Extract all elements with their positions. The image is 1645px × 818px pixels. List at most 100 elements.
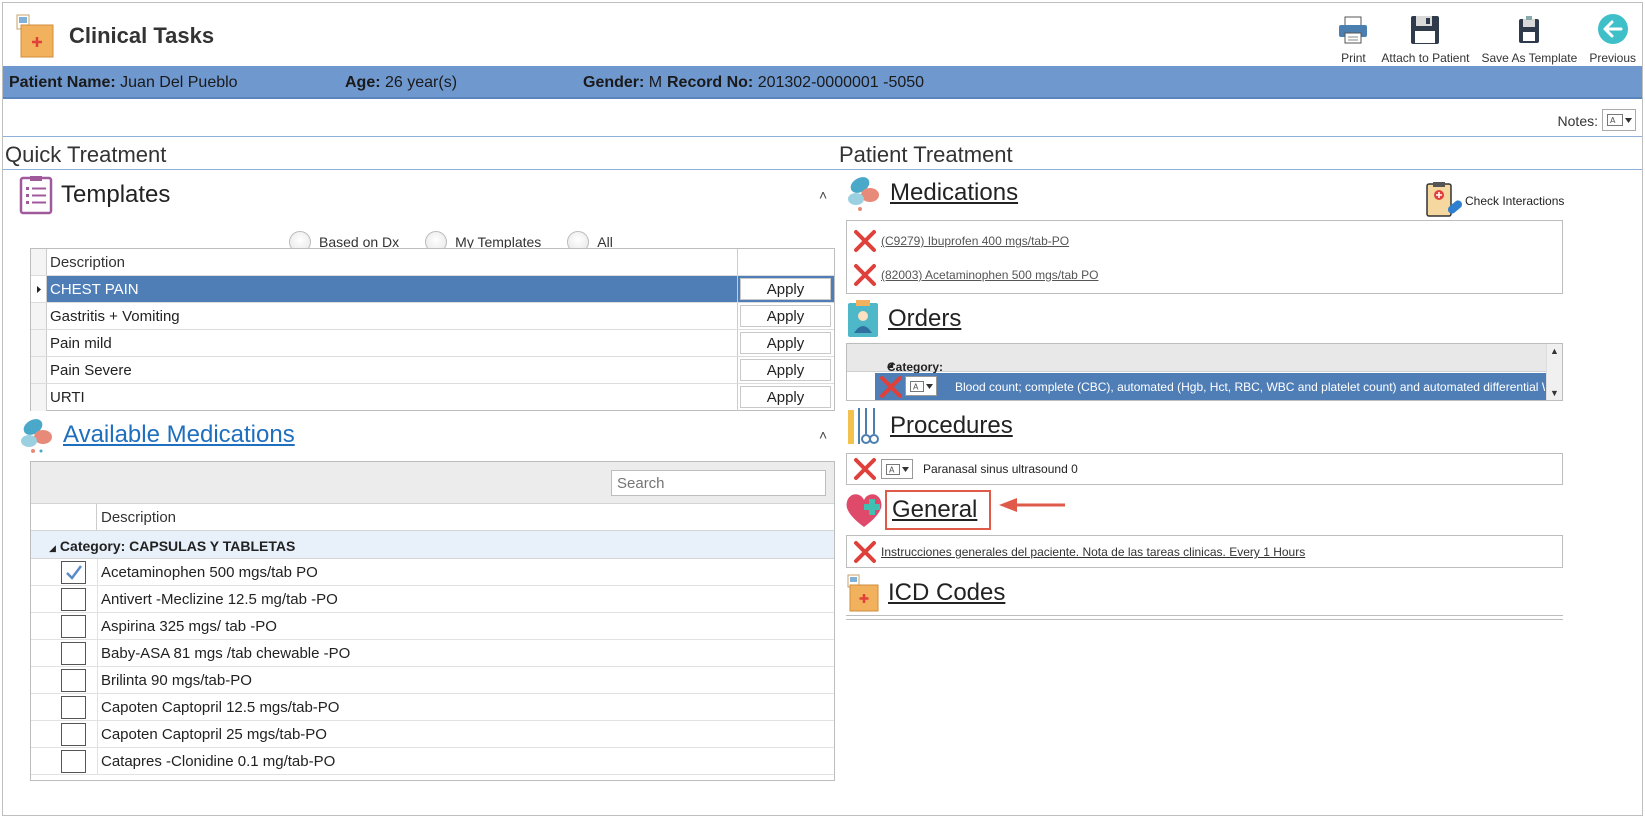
list-item[interactable]: Catapres -Clonidine 0.1 mg/tab-PO — [31, 748, 834, 775]
note-dropdown[interactable]: A — [905, 376, 937, 396]
list-item: (82003) Acetaminophen 500 mgs/tab PO — [853, 263, 1098, 287]
apply-cell: Apply — [737, 357, 834, 383]
table-row[interactable]: Gastritis + Vomiting Apply — [31, 303, 834, 330]
list-item[interactable]: Antivert -Meclizine 12.5 mg/tab -PO — [31, 586, 834, 613]
column-divider — [97, 667, 98, 693]
scroll-down-icon[interactable]: ▼ — [1550, 388, 1559, 398]
orders-title[interactable]: Orders — [888, 305, 961, 333]
medication-checkbox[interactable] — [61, 723, 86, 746]
expand-triangle-icon[interactable]: ◢ — [49, 543, 56, 553]
apply-cell: Apply — [737, 303, 834, 329]
column-divider — [97, 721, 98, 747]
medication-link[interactable]: (C9279) Ibuprofen 400 mgs/tab-PO — [881, 234, 1069, 248]
apply-cell: Apply — [737, 330, 834, 356]
surgical-tools-icon — [848, 408, 879, 444]
apply-button[interactable]: Apply — [740, 278, 831, 300]
row-selector[interactable] — [31, 303, 47, 329]
row-selector[interactable] — [31, 384, 47, 411]
medications-title[interactable]: Medications — [890, 179, 1018, 207]
medication-checkbox[interactable] — [61, 588, 86, 611]
list-item: (C9279) Ibuprofen 400 mgs/tab-PO — [853, 229, 1069, 253]
table-row[interactable]: URTI Apply — [31, 384, 834, 411]
clinical-box-icon — [847, 574, 879, 612]
delete-x-icon[interactable] — [879, 375, 903, 399]
previous-button[interactable]: Previous — [1583, 7, 1642, 65]
print-button[interactable]: Print — [1331, 7, 1375, 65]
medication-label: Capoten Captopril 25 mgs/tab-PO — [101, 726, 327, 743]
medication-link[interactable]: (82003) Acetaminophen 500 mgs/tab PO — [881, 268, 1098, 282]
apply-button[interactable]: Apply — [740, 359, 831, 381]
medication-search-input[interactable] — [611, 470, 826, 496]
medication-checkbox[interactable] — [61, 696, 86, 719]
available-medications-link[interactable]: Available Medications — [63, 421, 295, 449]
patient-age: Age: 26 year(s) — [345, 74, 457, 92]
available-medications-collapse-button[interactable]: ˄ — [819, 427, 827, 443]
medication-label: Antivert -Meclizine 12.5 mg/tab -PO — [101, 591, 338, 608]
apply-button[interactable]: Apply — [740, 305, 831, 327]
icd-codes-title[interactable]: ICD Codes — [888, 579, 1005, 607]
medication-checkbox[interactable] — [61, 750, 86, 773]
apply-button[interactable]: Apply — [740, 386, 831, 408]
medication-checkbox[interactable] — [61, 669, 86, 692]
list-item[interactable]: Brilinta 90 mgs/tab-PO — [31, 667, 834, 694]
note-dropdown[interactable]: A — [881, 459, 913, 479]
template-description: CHEST PAIN — [50, 281, 139, 298]
templates-collapse-button[interactable]: ˄ — [819, 187, 827, 203]
save-as-template-button[interactable]: Save As Template — [1475, 7, 1583, 65]
category-label: Category: CAPSULAS Y TABLETAS — [59, 538, 296, 554]
svg-text:A: A — [1610, 116, 1616, 125]
row-selector — [31, 249, 47, 275]
pointer-arrow-icon — [999, 498, 1065, 512]
scroll-up-icon[interactable]: ▲ — [1550, 346, 1559, 356]
patient-info-bar: Patient Name: Juan Del Pueblo Age: 26 ye… — [3, 66, 1642, 99]
check-interactions-label: Check Interactions — [1465, 194, 1565, 208]
delete-x-icon[interactable] — [853, 263, 877, 287]
check-interactions-button[interactable]: Check Interactions — [1423, 181, 1564, 221]
category-group-row[interactable]: ◢ Category: CAPSULAS Y TABLETAS — [31, 531, 834, 559]
category-group-row[interactable]: ◢Category: Laboratory — [847, 344, 1547, 388]
orders-scrollbar[interactable]: ▲ ▼ — [1546, 344, 1562, 400]
template-description: Pain mild — [50, 335, 112, 352]
row-selector[interactable] — [31, 276, 47, 302]
medication-checkbox[interactable] — [61, 615, 86, 638]
row-selector[interactable] — [31, 330, 47, 356]
notes-row: Notes: A — [3, 101, 1642, 137]
attach-to-patient-button[interactable]: Attach to Patient — [1375, 7, 1475, 65]
procedures-list: A Paranasal sinus ultrasound 0 — [846, 453, 1563, 485]
general-instruction-link[interactable]: Instrucciones generales del paciente. No… — [881, 545, 1305, 559]
attach-label: Attach to Patient — [1381, 51, 1470, 65]
list-item[interactable]: Capoten Captopril 25 mgs/tab-PO — [31, 721, 834, 748]
table-row[interactable]: Pain Severe Apply — [31, 357, 834, 384]
table-row[interactable]: Pain mild Apply — [31, 330, 834, 357]
patient-gender-value: M — [648, 74, 663, 91]
medication-checkbox[interactable] — [61, 561, 86, 584]
floppy-disk-icon — [1411, 16, 1440, 44]
printer-icon — [1339, 16, 1368, 44]
list-item[interactable]: Capoten Captopril 12.5 mgs/tab-PO — [31, 694, 834, 721]
patient-record-value: 201302-0000001 -5050 — [757, 74, 925, 91]
icd-codes-header: ICD Codes — [846, 573, 1005, 613]
quick-treatment-title: Quick Treatment — [5, 142, 167, 167]
row-selector[interactable] — [31, 357, 47, 383]
patient-gender: Gender: M — [583, 74, 662, 92]
previous-label: Previous — [1589, 51, 1636, 65]
medication-checkbox[interactable] — [61, 642, 86, 665]
icd-codes-list — [846, 615, 1563, 620]
table-row[interactable]: CHEST PAIN Apply — [31, 276, 834, 303]
patient-name-label: Patient Name: — [9, 74, 116, 91]
list-item[interactable]: Aspirina 325 mgs/ tab -PO — [31, 613, 834, 640]
table-row[interactable]: A Blood count; complete (CBC), automated… — [875, 373, 1547, 400]
available-medications-header: Available Medications — [19, 415, 295, 455]
templates-header: Templates — [19, 175, 170, 215]
delete-x-icon[interactable] — [853, 457, 877, 481]
app-title: Clinical Tasks — [69, 23, 215, 48]
delete-x-icon[interactable] — [853, 229, 877, 253]
apply-button[interactable]: Apply — [740, 332, 831, 354]
procedures-title[interactable]: Procedures — [890, 412, 1013, 440]
back-arrow-icon — [1597, 14, 1628, 44]
list-item[interactable]: Baby-ASA 81 mgs /tab chewable -PO — [31, 640, 834, 667]
list-item[interactable]: Acetaminophen 500 mgs/tab PO — [31, 559, 834, 586]
notes-dropdown[interactable]: A — [1602, 109, 1636, 131]
delete-x-icon[interactable] — [853, 540, 877, 564]
templates-grid: Description CHEST PAIN Apply Gastritis +… — [30, 248, 835, 411]
